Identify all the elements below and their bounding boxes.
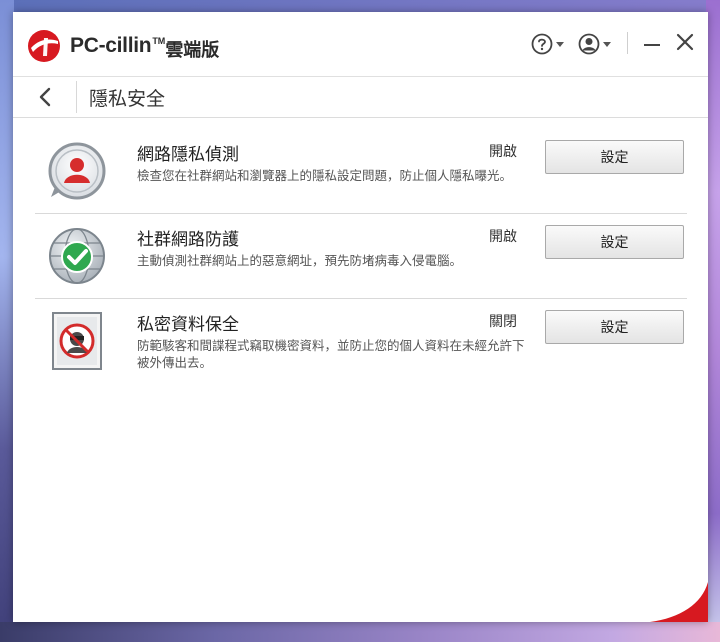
- header-divider: [76, 81, 77, 113]
- feature-status: 開啟: [489, 229, 517, 245]
- close-button[interactable]: [674, 31, 696, 53]
- desktop-bottom-edge: [0, 622, 720, 642]
- privacy-scanner-icon: [48, 142, 106, 200]
- title-bar: PC-cillin TM 雲端版: [13, 12, 708, 76]
- settings-button[interactable]: 設定: [545, 140, 684, 174]
- feature-row-privacy-scanner: 網路隱私偵測 開啟 檢查您在社群網站和瀏覽器上的隱私設定問題，防止個人隱私曝光。…: [35, 129, 687, 214]
- question-circle-icon: [531, 33, 553, 55]
- globe-check-icon: [49, 228, 105, 284]
- trademark-mark: TM: [152, 36, 166, 46]
- data-theft-prevention-icon: [52, 312, 102, 370]
- chevron-down-icon: [556, 41, 564, 47]
- feature-row-data-theft-prevention: 私密資料保全 關閉 防範駭客和間諜程式竊取機密資料，並防止您的個人資料在未經允許…: [35, 299, 687, 383]
- titlebar-divider: [627, 32, 628, 54]
- user-circle-icon: [578, 33, 600, 55]
- app-brand: PC-cillin TM 雲端版: [70, 34, 220, 61]
- feature-row-social-network-protection: 社群網路防護 開啟 主動偵測社群網站上的惡意網址，預先防堵病毒入侵電腦。 設定: [35, 214, 687, 299]
- app-name: PC-cillin: [70, 34, 152, 57]
- feature-title: 社群網路防護: [137, 230, 239, 250]
- feature-status: 關閉: [489, 314, 517, 330]
- app-edition: 雲端版: [165, 40, 220, 61]
- settings-button[interactable]: 設定: [545, 310, 684, 344]
- desktop-left-edge: [0, 0, 14, 642]
- desktop-right-edge: [706, 0, 720, 642]
- feature-status: 開啟: [489, 144, 517, 160]
- minimize-button[interactable]: [641, 33, 663, 55]
- chevron-down-icon: [603, 41, 611, 47]
- help-button[interactable]: [531, 32, 564, 56]
- page-header: 隱私安全: [13, 76, 708, 118]
- account-button[interactable]: [578, 32, 611, 56]
- brand-corner-accent: [650, 582, 708, 622]
- feature-title: 網路隱私偵測: [137, 145, 239, 165]
- back-button[interactable]: [29, 83, 63, 111]
- settings-button[interactable]: 設定: [545, 225, 684, 259]
- feature-description: 主動偵測社群網站上的惡意網址，預先防堵病毒入侵電腦。: [137, 253, 463, 268]
- page-title: 隱私安全: [89, 88, 166, 110]
- feature-title: 私密資料保全: [137, 315, 239, 335]
- trend-micro-logo: [28, 30, 60, 62]
- feature-description: 防範駭客和間諜程式竊取機密資料，並防止您的個人資料在未經允許下被外傳出去。: [137, 338, 525, 370]
- app-window: PC-cillin TM 雲端版 隱私安全 網路隱私偵測 開啟 檢查您在社群網站…: [13, 12, 708, 622]
- feature-description: 檢查您在社群網站和瀏覽器上的隱私設定問題，防止個人隱私曝光。: [137, 168, 513, 183]
